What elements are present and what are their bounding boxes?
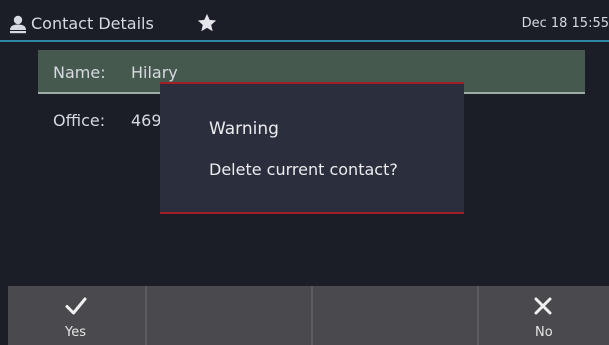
softkey-empty-2[interactable] (147, 286, 311, 345)
warning-dialog: Warning Delete current contact? (160, 82, 464, 214)
name-value: Hilary (131, 63, 178, 82)
softkey-bar: Yes No (8, 286, 609, 345)
star-icon[interactable] (196, 12, 218, 34)
no-label: No (535, 325, 553, 340)
date-time: Dec 18 15:55 (521, 16, 609, 31)
dialog-title: Warning (209, 119, 279, 139)
office-value: 469 (131, 111, 162, 130)
header-divider (0, 40, 609, 42)
softkey-empty-3[interactable] (313, 286, 477, 345)
yes-label: Yes (65, 325, 86, 340)
phone-screen: Contact Details Dec 18 15:55 Name: Hilar… (0, 0, 609, 345)
dialog-message: Delete current contact? (209, 160, 398, 179)
name-label: Name: (53, 63, 106, 82)
close-icon (534, 297, 552, 315)
page-title: Contact Details (31, 14, 154, 33)
no-button[interactable]: No (479, 286, 609, 345)
yes-button[interactable]: Yes (8, 286, 145, 345)
person-icon (10, 15, 26, 34)
checkmark-icon (65, 297, 87, 315)
office-label: Office: (53, 111, 106, 130)
header-bar: Contact Details Dec 18 15:55 (0, 0, 609, 40)
